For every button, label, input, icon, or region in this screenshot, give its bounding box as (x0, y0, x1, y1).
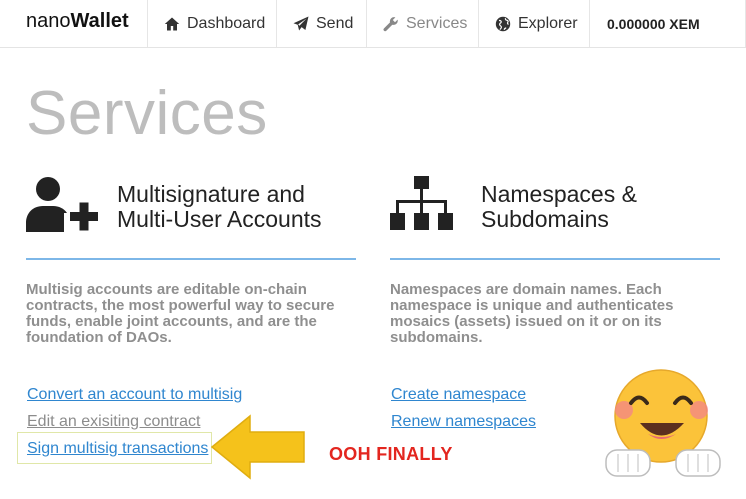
paper-plane-icon (293, 16, 309, 30)
page-title: Services (26, 79, 268, 148)
service-namespaces-description: Namespaces are domain names. Each namesp… (390, 281, 674, 346)
nav-send-label: Send (316, 14, 354, 32)
sign-multisig-highlight (17, 432, 212, 464)
service-namespaces-divider (390, 258, 720, 260)
service-namespaces: Namespaces & Subdomains Namespaces are d… (390, 176, 720, 430)
wrench-icon (383, 16, 398, 31)
create-namespace-link[interactable]: Create namespace (391, 386, 526, 404)
user-plus-icon (26, 177, 98, 232)
nav-explorer-label: Explorer (518, 14, 578, 32)
edit-contract-link[interactable]: Edit an exisiting contract (27, 413, 200, 431)
yellow-arrow-icon (210, 414, 305, 480)
service-multisig-header: Multisignature and Multi-User Accounts (26, 176, 356, 256)
service-multisig-title-line2: Multi-User Accounts (117, 206, 322, 232)
service-multisig-title: Multisignature and Multi-User Accounts (117, 182, 357, 232)
service-multisig: Multisignature and Multi-User Accounts M… (26, 176, 356, 457)
ooh-finally-annotation: OOH FINALLY (329, 444, 453, 464)
brand-logo[interactable]: nanoWallet (26, 10, 129, 33)
home-icon (164, 17, 180, 30)
sitemap-icon (390, 176, 453, 230)
brand-suffix: Wallet (70, 10, 129, 32)
nav-services[interactable]: Services (366, 0, 483, 47)
service-multisig-title-line1: Multisignature and (117, 181, 305, 207)
hugging-face-icon (605, 369, 721, 477)
top-navbar: nanoWallet Dashboard Send Services Explo… (0, 0, 746, 48)
nav-send[interactable]: Send (276, 0, 369, 47)
brand-prefix: nano (26, 10, 71, 32)
nav-services-label: Services (406, 14, 468, 32)
service-namespaces-header: Namespaces & Subdomains (390, 176, 720, 256)
service-namespaces-title-line2: Subdomains (481, 206, 609, 232)
nav-dashboard[interactable]: Dashboard (147, 0, 281, 47)
convert-multisig-link[interactable]: Convert an account to multisig (27, 386, 242, 404)
account-balance[interactable]: 0.000000 XEM (589, 0, 746, 47)
service-namespaces-title-line1: Namespaces & (481, 181, 637, 207)
globe-icon (495, 16, 511, 31)
service-multisig-description: Multisig accounts are editable on-chain … (26, 281, 335, 346)
service-multisig-divider (26, 258, 356, 260)
nav-explorer[interactable]: Explorer (478, 0, 594, 47)
service-namespaces-title: Namespaces & Subdomains (481, 182, 721, 232)
nav-dashboard-label: Dashboard (187, 14, 266, 32)
renew-namespaces-link[interactable]: Renew namespaces (391, 413, 536, 431)
